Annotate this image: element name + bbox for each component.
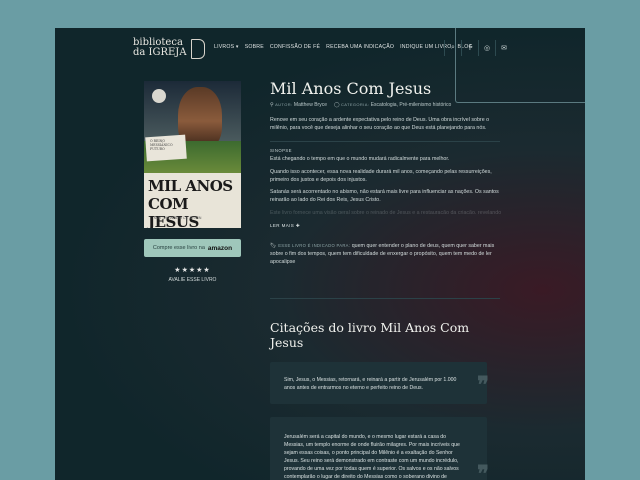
cover-subtitle: O REINO MESSIÂNICO FUTURO [150, 139, 173, 151]
synopsis: Está chegando o tempo em que o mundo mud… [270, 156, 506, 219]
nav-livros[interactable]: LIVROS ▾ [214, 44, 239, 50]
bookmark-icon: 🔖︎ [270, 243, 277, 249]
synopsis-paragraph: Quando isso acontecer, essa nova realida… [270, 168, 492, 183]
amazon-logo: amazon [207, 244, 233, 252]
quote-icon: ❞ [477, 372, 489, 398]
divider [270, 298, 500, 299]
divider [270, 141, 500, 142]
logo-line-2: da IGREJA [133, 47, 187, 58]
nav-receba-indicacao[interactable]: RECEBA UMA INDICAÇÃO [326, 44, 394, 50]
author-link[interactable]: Matthew Bryce [294, 102, 327, 108]
cover-title-1: MIL ANOS [148, 177, 233, 195]
citation-card: Sim, Jesus, o Messias, retornará, e rein… [270, 362, 489, 404]
book-meta: ⚲ AUTOR: Matthew Bryce ◯ CATEGORIA: Esca… [270, 102, 506, 108]
buy-amazon-button[interactable]: Compre esse livro na amazon [144, 239, 241, 257]
synopsis-label: SINOPSE [270, 148, 292, 153]
citation-card: Jerusalém será a capital do mundo, e o m… [270, 417, 489, 480]
book-description: Renove em seu coração a ardente expectat… [270, 117, 490, 131]
book-title: Mil Anos Com Jesus [270, 79, 432, 98]
site-logo[interactable]: biblioteca da IGREJA [133, 38, 205, 59]
category-label: CATEGORIA: [340, 102, 370, 107]
category-link[interactable]: Escatologia, Pré-milenismo histórico [371, 102, 452, 108]
user-icon: ⚲ [270, 102, 274, 108]
main-nav: LIVROS ▾ SOBRE CONFISSÃO DE FÉ RECEBA UM… [214, 44, 473, 50]
nav-confissao[interactable]: CONFISSÃO DE FÉ [270, 44, 320, 50]
category-icon: ◯ [333, 102, 340, 108]
rate-book-label[interactable]: AVALIE ESSE LIVRO [144, 277, 241, 283]
citation-text: Jerusalém será a capital do mundo, e o m… [284, 434, 460, 480]
moon-image [152, 89, 166, 103]
plus-icon: ✚ [295, 223, 301, 228]
citations-title: Citações do livro Mil Anos Com Jesus [270, 320, 470, 350]
browser-window: biblioteca da IGREJA LIVROS ▾ SOBRE CONF… [55, 28, 585, 480]
book-logo-icon [191, 39, 205, 59]
read-more-button[interactable]: LER MAIS ✚ [270, 223, 506, 229]
recommended-label: ESSE LIVRO É INDICADO PARA: [278, 243, 351, 248]
citation-text: Sim, Jesus, o Messias, retornará, e rein… [284, 377, 457, 391]
author-label: AUTOR: [275, 102, 293, 107]
nav-sobre[interactable]: SOBRE [245, 44, 264, 50]
rating-stars[interactable]: ★★★★★ [144, 266, 241, 274]
synopsis-paragraph: Satanás será acorrentado no abismo, não … [270, 189, 499, 204]
buy-label: Compre esse livro na [152, 245, 205, 251]
cover-author: MATTHEW BRYCE ERVIN [154, 216, 202, 220]
read-more-label: LER MAIS [270, 223, 295, 228]
cover-title-2: COM JESUS [148, 195, 199, 228]
synopsis-paragraph: Está chegando o tempo em que o mundo mud… [270, 156, 450, 162]
book-cover: O REINO MESSIÂNICO FUTURO MIL ANOS COM J… [144, 81, 241, 228]
quote-icon: ❞ [477, 461, 489, 480]
recommended-for: 🔖︎ ESSE LIVRO É INDICADO PARA: quem quer… [270, 242, 506, 266]
synopsis-paragraph: Este livro fornece uma visão geral sobre… [270, 209, 502, 214]
